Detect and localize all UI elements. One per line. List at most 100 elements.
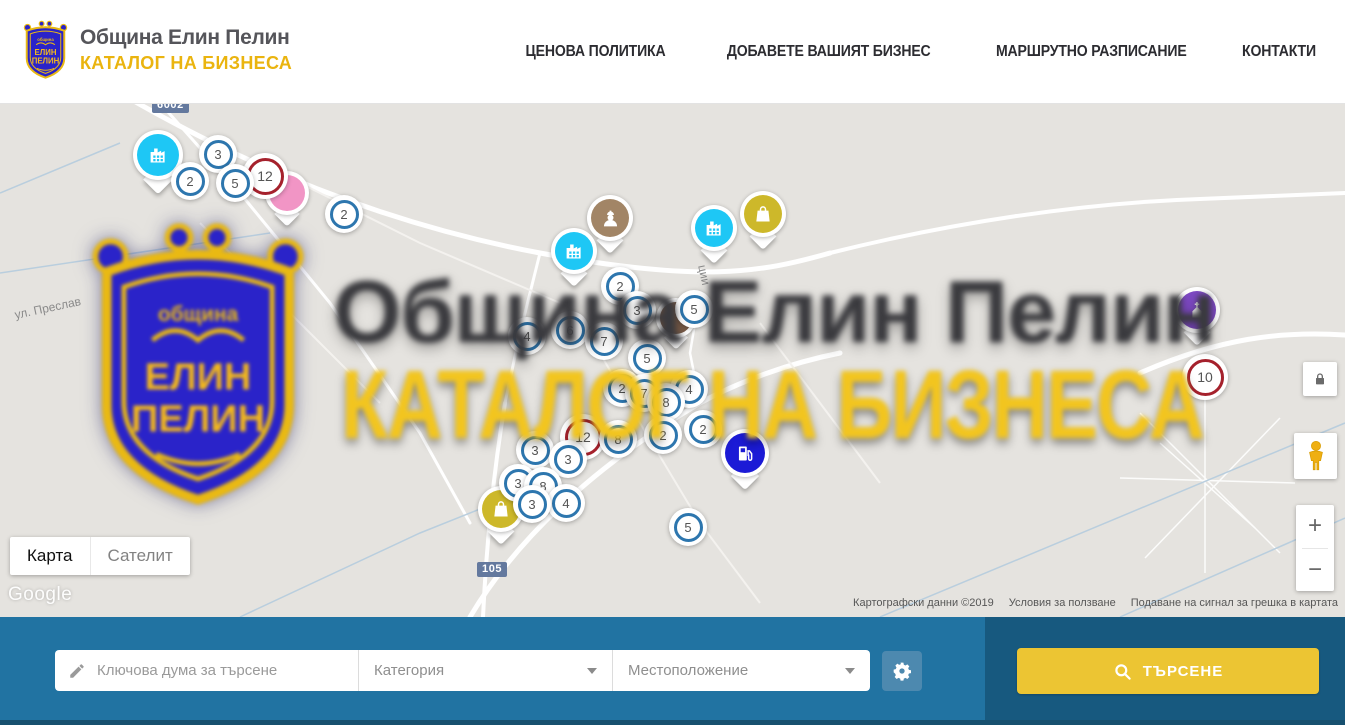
chevron-down-icon: [587, 668, 597, 674]
brand-subtitle: КАТАЛОГ НА БИЗНЕСА: [80, 53, 292, 74]
cluster-marker[interactable]: 6: [551, 311, 589, 349]
cluster-marker[interactable]: 3: [618, 291, 656, 329]
search-button[interactable]: ТЪРСЕНЕ: [1017, 648, 1319, 694]
maptype-satellite-button[interactable]: Сателит: [90, 537, 190, 575]
cluster-marker[interactable]: 4: [547, 484, 585, 522]
cluster-count: 2: [330, 200, 359, 229]
search-field-group: Категория Местоположение: [55, 650, 870, 691]
location-select-value: Местоположение: [628, 662, 748, 679]
road-badge-6002: 6002: [152, 103, 189, 113]
cluster-marker[interactable]: 2: [325, 195, 363, 233]
pin-head: [691, 205, 737, 251]
factory-pin[interactable]: [551, 228, 597, 274]
cluster-marker[interactable]: 5: [216, 164, 254, 202]
cluster-count: 4: [552, 489, 581, 518]
nav-pricing[interactable]: ЦЕНОВА ПОЛИТИКА: [526, 43, 666, 61]
municipality-crest-logo: община ЕЛИН ПЕЛИН: [22, 19, 69, 80]
svg-text:ПЕЛИН: ПЕЛИН: [32, 57, 60, 66]
cluster-count: 8: [652, 388, 681, 417]
church-icon: [1178, 291, 1216, 329]
pin-head: [551, 228, 597, 274]
cluster-count: 10: [1187, 359, 1224, 396]
shopping-bag-pin[interactable]: [740, 191, 786, 237]
cluster-marker[interactable]: 2: [684, 410, 722, 448]
cluster-marker[interactable]: 2: [171, 162, 209, 200]
cluster-count: 5: [674, 513, 703, 542]
cluster-count: 7: [590, 327, 619, 356]
brand-title: Община Елин Пелин: [80, 26, 292, 50]
google-logo[interactable]: Google: [8, 584, 72, 606]
cluster-count: 3: [623, 296, 652, 325]
cluster-marker[interactable]: 7: [585, 322, 623, 360]
chevron-down-icon: [845, 668, 855, 674]
lock-icon: [1312, 371, 1328, 387]
factory-icon: [137, 134, 179, 176]
header: община ЕЛИН ПЕЛИН Община Елин Пелин КАТА…: [0, 0, 1345, 103]
map-attribution: Картографски данни ©2019 Условия за полз…: [853, 597, 1338, 609]
search-bar: Категория Местоположение ТЪРСЕНЕ: [0, 617, 1345, 725]
cluster-marker[interactable]: 5: [675, 290, 713, 328]
page: община ЕЛИН ПЕЛИН Община Елин Пелин КАТА…: [0, 0, 1345, 725]
keyword-search-input[interactable]: [97, 650, 358, 691]
street-view-lock-button[interactable]: [1303, 362, 1337, 396]
shopping-bag-icon: [744, 195, 782, 233]
cluster-count: 3: [554, 445, 583, 474]
cluster-count: 5: [633, 344, 662, 373]
cluster-marker[interactable]: 5: [628, 339, 666, 377]
attribution-data: Картографски данни ©2019: [853, 597, 994, 609]
advanced-settings-button[interactable]: [882, 651, 922, 691]
factory-icon: [555, 232, 593, 270]
category-select-value: Категория: [374, 662, 444, 679]
cluster-count: 4: [513, 322, 542, 351]
pegman-control[interactable]: [1294, 433, 1337, 479]
cluster-count: 2: [176, 167, 205, 196]
location-select[interactable]: Местоположение: [612, 650, 870, 691]
cluster-count: 2: [649, 421, 678, 450]
cluster-marker[interactable]: 4: [508, 317, 546, 355]
fuel-station-icon: [725, 433, 765, 473]
cluster-count: 8: [604, 425, 633, 454]
search-icon: [1113, 662, 1132, 681]
gear-icon: [892, 661, 912, 681]
nav-add-business[interactable]: ДОБАВЕТЕ ВАШИЯТ БИЗНЕС: [727, 43, 931, 61]
zoom-control: + −: [1296, 505, 1334, 591]
factory-pin[interactable]: [691, 205, 737, 251]
pin-head: [740, 191, 786, 237]
svg-text:ЕЛИН: ЕЛИН: [35, 48, 57, 57]
nav-route-schedule[interactable]: МАРШРУТНО РАЗПИСАНИЕ: [995, 43, 1186, 61]
cluster-count: 5: [221, 169, 250, 198]
nav-contacts[interactable]: КОНТАКТИ: [1242, 43, 1316, 61]
cluster-marker[interactable]: 2: [644, 416, 682, 454]
cluster-marker[interactable]: 8: [599, 420, 637, 458]
fuel-station-pin[interactable]: [721, 429, 769, 477]
factory-icon: [695, 209, 733, 247]
cluster-count: 3: [518, 490, 547, 519]
cluster-marker[interactable]: 3: [513, 485, 551, 523]
pin-head: [721, 429, 769, 477]
category-select[interactable]: Категория: [358, 650, 612, 691]
brand-logo[interactable]: община ЕЛИН ПЕЛИН Община Елин Пелин КАТА…: [22, 19, 292, 80]
road-badge-105: 105: [477, 562, 507, 577]
maptype-map-button[interactable]: Карта: [10, 537, 90, 575]
pencil-icon: [68, 662, 86, 680]
pin-head: [1174, 287, 1220, 333]
cluster-marker[interactable]: 10: [1182, 354, 1228, 400]
cluster-marker[interactable]: 5: [669, 508, 707, 546]
maptype-control: Карта Сателит: [10, 537, 190, 575]
keyword-field: [55, 650, 358, 691]
cluster-count: 6: [556, 316, 585, 345]
cluster-marker[interactable]: 3: [516, 431, 554, 469]
cluster-count: 3: [521, 436, 550, 465]
attribution-terms-link[interactable]: Условия за ползване: [1009, 597, 1116, 609]
map-canvas[interactable]: 6002 105 ул. Преслав бул. „Новосел ции 3…: [0, 103, 1345, 617]
zoom-out-button[interactable]: −: [1296, 549, 1334, 592]
attribution-report-link[interactable]: Подаване на сигнал за грешка в картата: [1131, 597, 1338, 609]
cluster-count: 2: [689, 415, 718, 444]
search-button-label: ТЪРСЕНЕ: [1143, 663, 1224, 680]
cluster-count: 5: [680, 295, 709, 324]
pegman-icon: [1305, 440, 1327, 472]
church-pin[interactable]: [1174, 287, 1220, 333]
zoom-in-button[interactable]: +: [1296, 505, 1334, 548]
svg-text:община: община: [37, 37, 54, 42]
main-nav: ЦЕНОВА ПОЛИТИКА ДОБАВЕТЕ ВАШИЯТ БИЗНЕС М…: [516, 0, 1321, 103]
